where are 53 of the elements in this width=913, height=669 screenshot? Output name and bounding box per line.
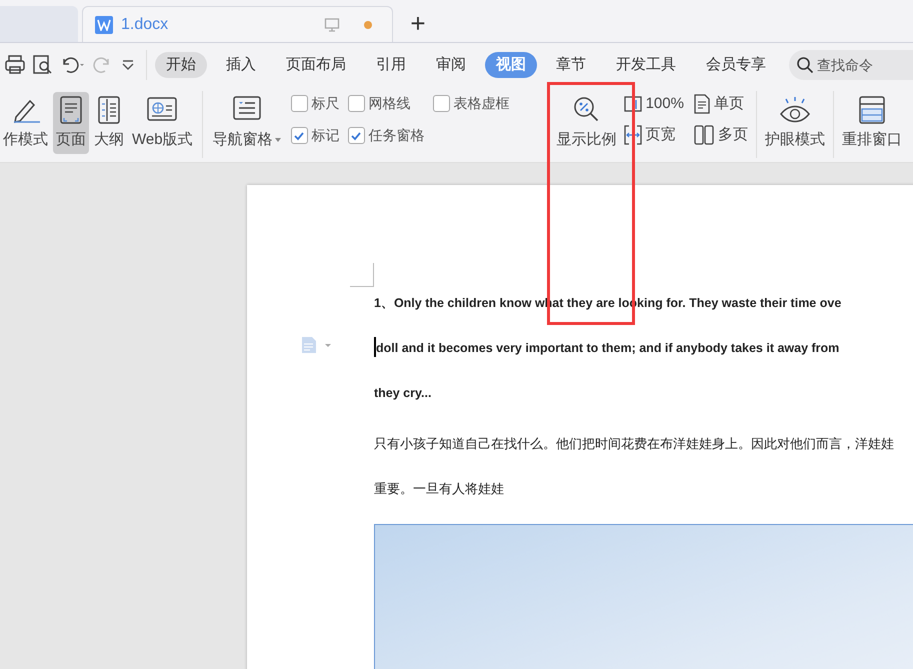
tab-title: 1.docx [121, 14, 168, 34]
menu-tab[interactable]: 开发工具 [605, 52, 687, 78]
monitor-icon [324, 16, 340, 32]
single-page-button[interactable]: 单页 [694, 93, 748, 116]
document-text: doll and it becomes very important to them; and if anybody takes it away from [376, 340, 840, 357]
view-mode-button[interactable]: Web版式 [129, 92, 196, 154]
checkbox[interactable]: 标记 [290, 125, 340, 146]
view-mode-button[interactable]: 大纲 [91, 92, 127, 154]
multi-page-button[interactable]: 多页 [694, 124, 748, 146]
pages-icon [694, 124, 714, 145]
checkbox[interactable]: 任务窗格 [348, 125, 425, 146]
zoom-button[interactable]: 显示比例 [556, 92, 618, 154]
print-preview-icon[interactable] [32, 54, 54, 76]
eye-icon [778, 95, 812, 125]
outline-icon [96, 95, 122, 125]
menu-tab[interactable]: 引用 [365, 52, 417, 78]
eye-mode-button[interactable]: 护眼模式 [764, 92, 825, 154]
view-mode-button[interactable]: 页面 [53, 92, 89, 154]
search-icon [796, 56, 814, 74]
menu-tab[interactable]: 章节 [545, 52, 597, 78]
rearrange-windows-button[interactable]: 重排窗口 [842, 92, 902, 154]
print-icon[interactable] [4, 54, 26, 76]
document-text: they cry... [374, 385, 432, 402]
menu-tab[interactable]: 审阅 [425, 52, 477, 78]
document-text: 重要。一旦有人将娃娃 [374, 480, 504, 498]
margin-corner-mark [350, 263, 374, 287]
view-mode-button[interactable]: 作模式 [0, 92, 51, 154]
paragraph-icon [301, 336, 331, 354]
document-text: 只有小孩子知道自己在找什么。他们把时间花费在布洋娃娃身上。因此对他们而言，洋娃娃 [374, 435, 894, 453]
menu-tab[interactable]: 会员专享 [695, 52, 777, 78]
page-width-icon [624, 124, 642, 145]
web-page-icon [146, 95, 178, 123]
list-icon [232, 95, 262, 121]
checkbox[interactable]: 网格线 [348, 93, 425, 114]
windows-icon [858, 95, 886, 125]
search-field[interactable]: 查找命令 [789, 50, 913, 80]
check-icon [293, 130, 306, 142]
caret-icon [274, 138, 281, 142]
page-icon [58, 95, 84, 125]
checkbox[interactable]: 标尺 [290, 93, 340, 114]
actual-size-icon [624, 96, 642, 112]
document-icon [95, 16, 113, 34]
menu-tab[interactable]: 开始 [155, 52, 207, 78]
page-width-button[interactable]: 页宽 [624, 124, 684, 146]
navigation-pane-button[interactable]: 导航窗格 [212, 92, 281, 154]
menu-tab[interactable]: 页面布局 [275, 52, 357, 78]
page-icon [694, 94, 710, 114]
check-icon [350, 130, 362, 142]
menu-tab[interactable]: 插入 [215, 52, 267, 78]
checkbox[interactable]: 表格虚框 [432, 93, 510, 114]
new-tab-button[interactable]: + [405, 10, 431, 36]
text-cursor [374, 337, 376, 357]
actual-size-button[interactable]: 100% [624, 93, 684, 116]
